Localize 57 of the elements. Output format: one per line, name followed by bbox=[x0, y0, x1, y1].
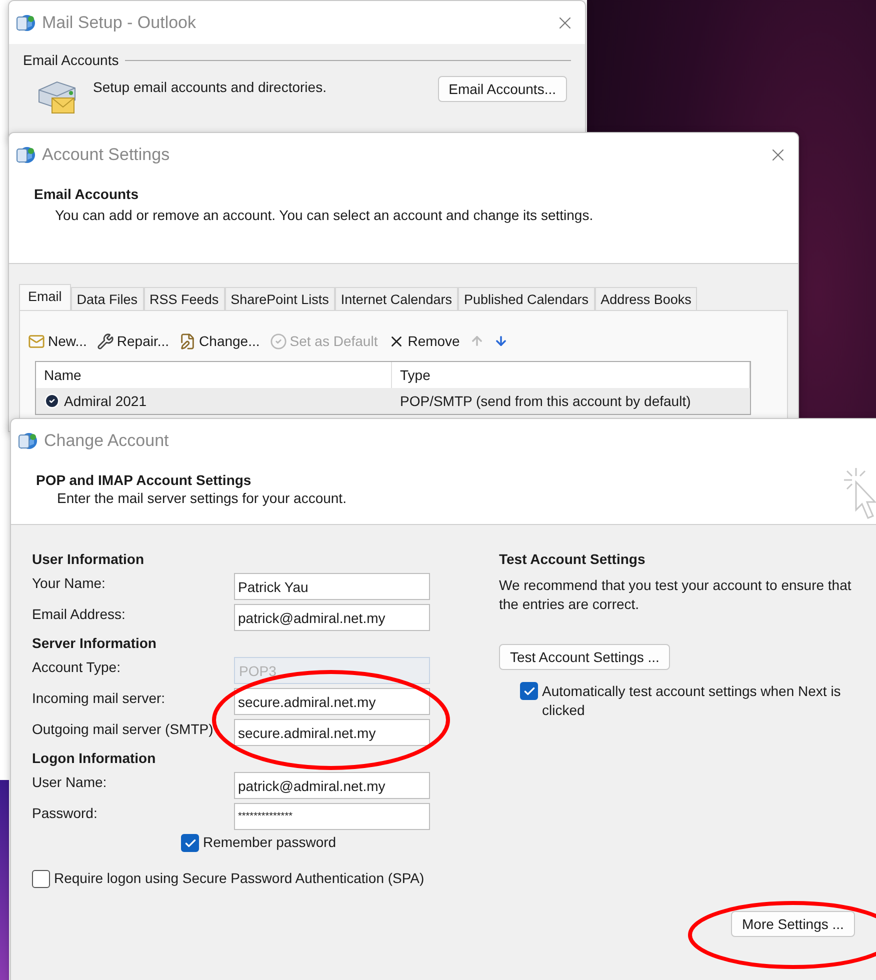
tab[interactable]: Address Books bbox=[594, 287, 698, 310]
tab[interactable]: Data Files bbox=[70, 287, 144, 310]
checkmark-icon bbox=[522, 684, 536, 698]
input-field[interactable]: secure.admiral.net.my bbox=[234, 719, 430, 746]
section-title: User Information bbox=[32, 551, 146, 569]
check-circle-icon bbox=[270, 332, 287, 350]
checkmark-icon bbox=[184, 836, 196, 850]
checkbox-label: Require logon using Secure Password Authentication (SPA) bbox=[54, 870, 424, 886]
tab[interactable]: Internet Calendars bbox=[334, 287, 458, 310]
section-title: POP and IMAP Account Settings bbox=[36, 472, 252, 488]
window-title: Account Settings bbox=[42, 144, 171, 164]
account-name: Admiral 2021 bbox=[64, 393, 146, 409]
tab[interactable]: SharePoint Lists bbox=[224, 287, 335, 310]
test-account-settings-button[interactable]: Test Account Settings ... bbox=[499, 644, 670, 670]
field-label: Account Type: bbox=[32, 658, 122, 675]
down-arrow-icon[interactable] bbox=[494, 334, 508, 348]
section-title: Email Accounts bbox=[23, 52, 119, 68]
input-field[interactable]: Patrick Yau bbox=[234, 573, 430, 600]
toolbar-button[interactable]: Remove bbox=[388, 332, 460, 350]
field-label: Your Name: bbox=[32, 574, 106, 591]
input-field[interactable]: secure.admiral.net.my bbox=[234, 688, 430, 715]
field-label: Incoming mail server: bbox=[32, 689, 166, 706]
description-text: You can add or remove an account. You can select an account and change its settings. bbox=[54, 207, 594, 223]
checkbox[interactable] bbox=[520, 682, 538, 700]
toolbar-button[interactable]: New... bbox=[28, 332, 87, 350]
field-label: Email Address: bbox=[32, 605, 126, 622]
section-title: Email Accounts bbox=[34, 186, 140, 202]
section-title: Test Account Settings bbox=[499, 551, 646, 569]
toolbar-button[interactable]: Change... bbox=[179, 332, 260, 350]
password-field[interactable]: ************** bbox=[234, 803, 430, 830]
section-title: Logon Information bbox=[32, 750, 157, 768]
checkbox[interactable] bbox=[181, 834, 199, 852]
tab[interactable]: Published Calendars bbox=[458, 287, 595, 310]
document-edit-icon bbox=[179, 332, 196, 350]
description-text: We recommend that you test your account to ensure that the entries are correct. bbox=[499, 576, 852, 614]
toolbar-button[interactable]: Repair... bbox=[96, 332, 170, 350]
email-accounts-button[interactable]: Email Accounts... bbox=[438, 76, 567, 102]
checkbox-label: Automatically test account settings when Next is clicked bbox=[542, 682, 842, 720]
checkbox[interactable] bbox=[32, 870, 50, 888]
tab[interactable]: RSS Feeds bbox=[144, 287, 225, 310]
window-title: Mail Setup - Outlook bbox=[42, 12, 198, 32]
input-field[interactable]: patrick@admiral.net.my bbox=[234, 604, 430, 631]
account-row[interactable]: Admiral 2021 POP/SMTP (send from this account by default) bbox=[36, 388, 750, 414]
input-field[interactable]: patrick@admiral.net.my bbox=[234, 772, 430, 799]
section-title: Server Information bbox=[32, 635, 158, 653]
tab[interactable]: Email bbox=[19, 284, 71, 310]
description-text: Enter the mail server settings for your account. bbox=[56, 490, 348, 506]
wrench-icon bbox=[96, 332, 114, 350]
account-type: POP/SMTP (send from this account by default) bbox=[400, 393, 691, 409]
more-settings-button[interactable]: More Settings ... bbox=[731, 911, 855, 937]
field-label: Password: bbox=[32, 804, 98, 821]
window-title: Change Account bbox=[44, 430, 170, 450]
description-text: Setup email accounts and directories. bbox=[93, 78, 328, 95]
field-label: Outgoing mail server (SMTP) bbox=[32, 720, 214, 737]
envelope-icon bbox=[28, 332, 45, 350]
field-label: User Name: bbox=[32, 773, 108, 790]
checkbox-label: Remember password bbox=[203, 834, 336, 850]
